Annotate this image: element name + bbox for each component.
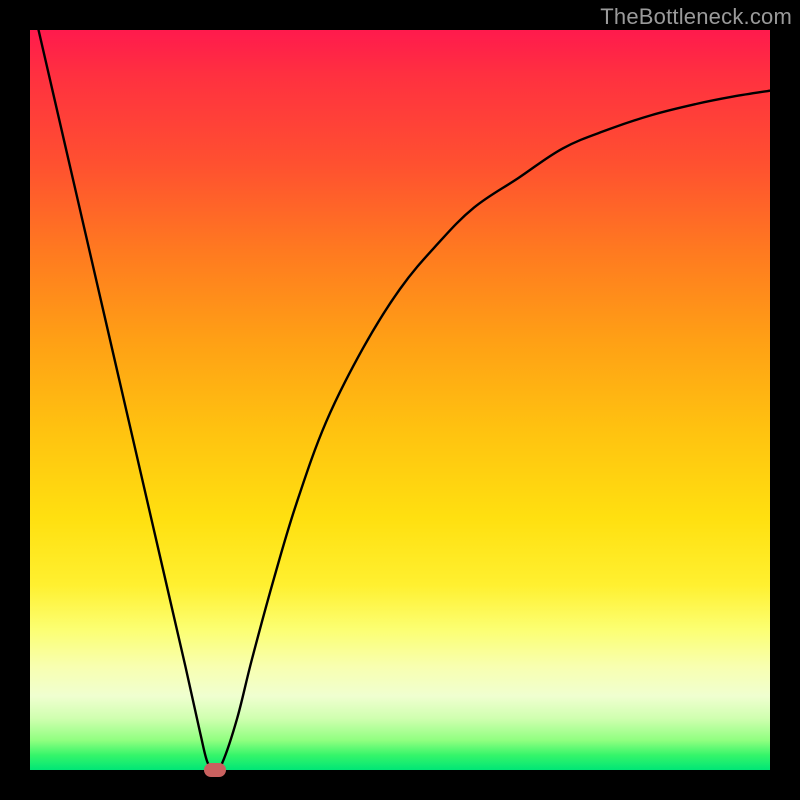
bottleneck-curve [30, 30, 770, 770]
plot-area [30, 30, 770, 770]
chart-frame: TheBottleneck.com [0, 0, 800, 800]
optimal-marker [204, 763, 226, 777]
watermark-text: TheBottleneck.com [600, 4, 792, 30]
